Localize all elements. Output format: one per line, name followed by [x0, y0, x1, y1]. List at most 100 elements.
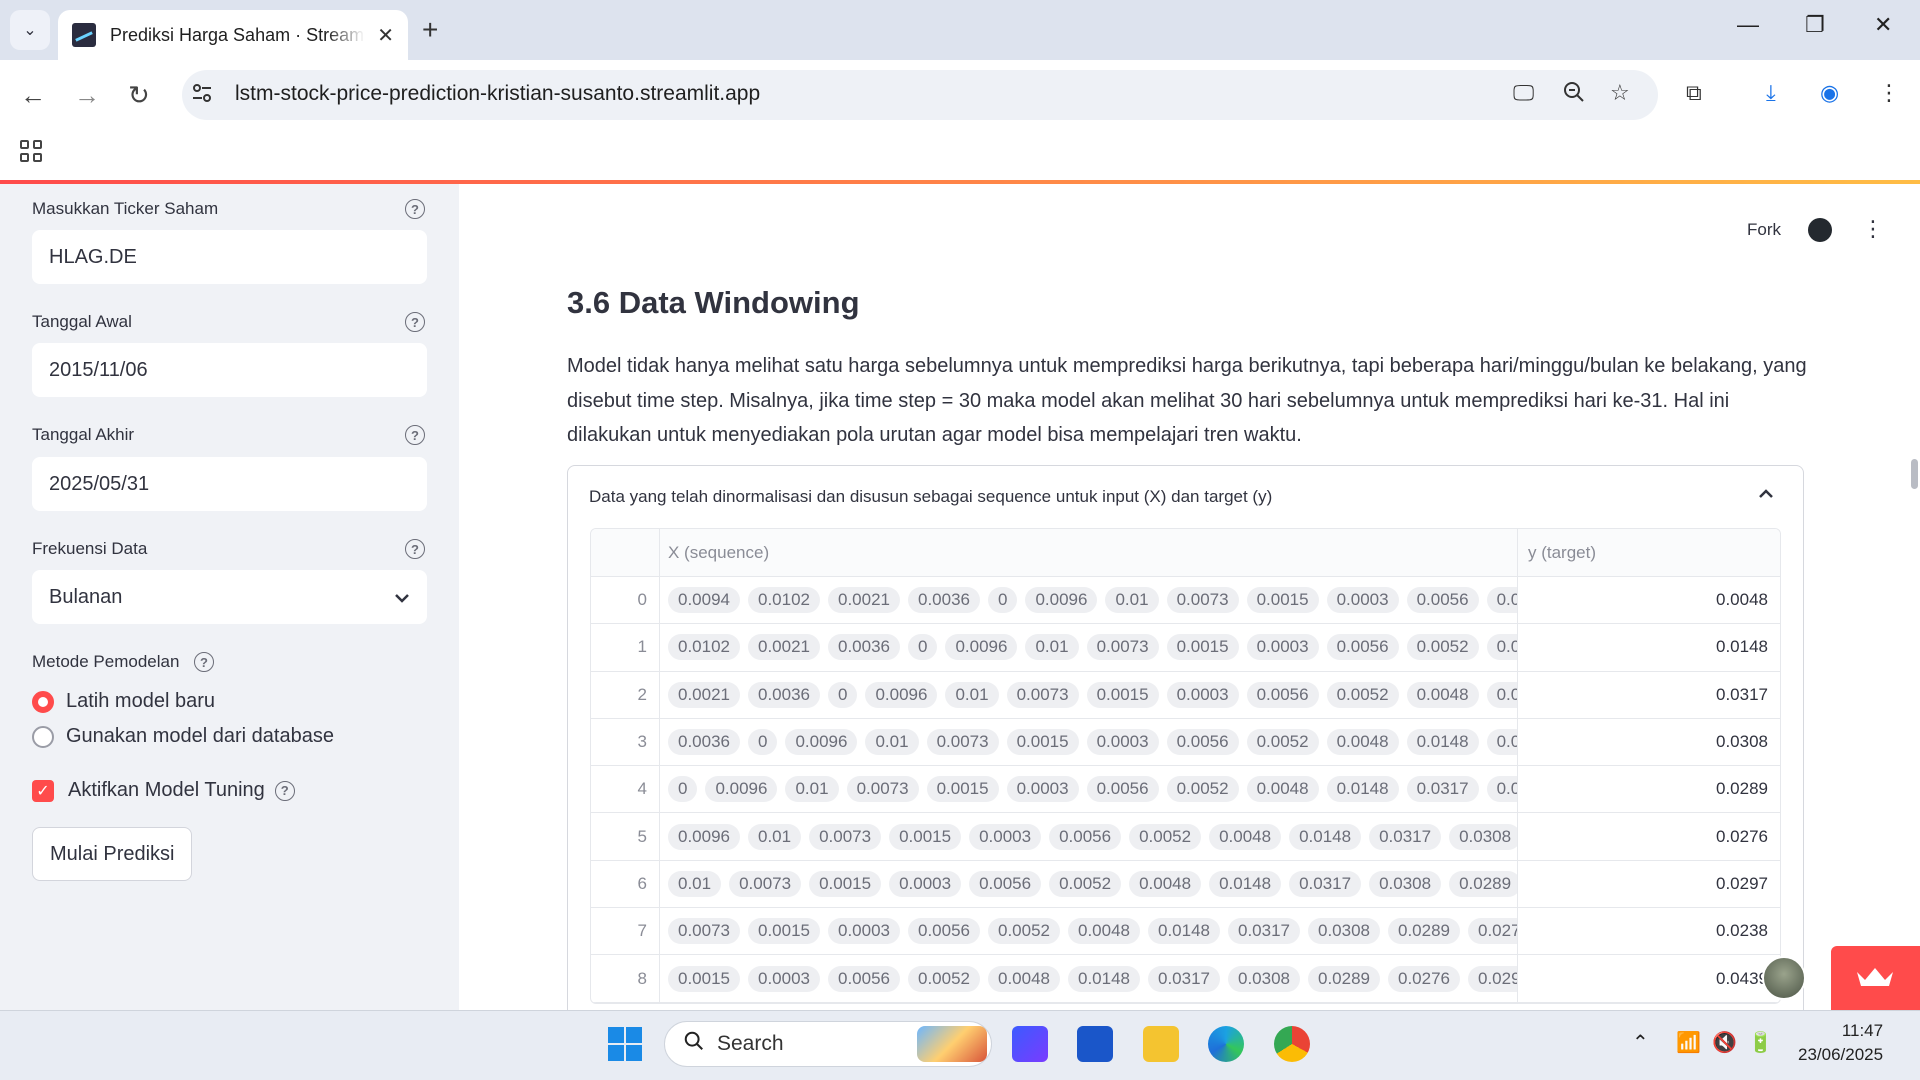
expander-title[interactable]: Data yang telah dinormalisasi dan disusu…: [589, 487, 1272, 507]
sequence-value: 0.0021: [748, 634, 820, 661]
ticker-input[interactable]: HLAG.DE: [32, 230, 427, 284]
restore-icon[interactable]: ❐: [1805, 12, 1825, 38]
search-label: Search: [717, 1032, 784, 1055]
target-cell[interactable]: 0.0439: [1518, 955, 1780, 1001]
clock[interactable]: 11:47 23/06/2025: [1798, 1019, 1883, 1067]
sequence-value: 0.01: [1105, 587, 1159, 614]
sequence-cell[interactable]: 0.0102 0.0021 0.0036 0 0.0096 0.01 0.0073 0.001…: [660, 624, 1518, 671]
sequence-cell[interactable]: 0.0036 0 0.0096 0.01 0.0073 0.0015 0.0003 0.005…: [660, 718, 1518, 766]
streamlit-badge-button[interactable]: [1831, 946, 1920, 1010]
target-cell[interactable]: 0.0238: [1518, 908, 1780, 954]
tab-search-button[interactable]: ⌄: [10, 10, 50, 50]
section-heading: 3.6 Data Windowing: [567, 285, 860, 320]
sequence-value: 0.0096: [1025, 587, 1098, 614]
radio-unselected-icon: [32, 725, 54, 748]
predict-button[interactable]: Mulai Prediksi: [32, 827, 193, 881]
radio-train-new[interactable]: Latih model baru: [32, 690, 215, 713]
target-cell[interactable]: 0.0048: [1518, 577, 1780, 623]
sequence-value: 0.0052: [1129, 823, 1202, 850]
sequence-value: 0.0317: [1486, 729, 1517, 756]
table-row: 7 0.0073 0.0015 0.0003 0.0056 0.0052 0.0048 0.0…: [591, 908, 1780, 956]
volume-mute-icon[interactable]: 🔇: [1712, 1030, 1737, 1055]
sequence-value: 0.0102: [748, 587, 820, 614]
sequence-value: 0.0276: [1388, 965, 1460, 992]
sequence-cell[interactable]: 0.0096 0.01 0.0073 0.0015 0.0003 0.0056 0.0052…: [660, 813, 1518, 860]
row-index: 7: [591, 908, 660, 955]
sequence-value: 0.0048: [1406, 681, 1479, 708]
start-date-input[interactable]: 2015/11/06: [32, 343, 427, 397]
frequency-value: Bulanan: [49, 585, 123, 608]
sequence-cell[interactable]: 0.0073 0.0015 0.0003 0.0056 0.0052 0.0048 0.01…: [660, 908, 1518, 955]
battery-icon[interactable]: 🔋: [1748, 1030, 1773, 1055]
github-icon[interactable]: [1808, 218, 1832, 242]
sequence-value: 0.0056: [1326, 634, 1399, 661]
menu-kebab-icon[interactable]: ⋮: [1862, 216, 1884, 242]
reload-icon[interactable]: ↻: [128, 80, 150, 111]
radio-use-database[interactable]: Gunakan model dari database: [32, 725, 334, 748]
sequence-cell[interactable]: 0.0021 0.0036 0 0.0096 0.01 0.0073 0.0015 0.000…: [660, 671, 1518, 718]
avatar[interactable]: [1762, 956, 1806, 1000]
browser-menu-icon[interactable]: ⋮: [1878, 80, 1900, 106]
page-scrollbar[interactable]: [1911, 459, 1918, 489]
start-date-label: Tanggal Awal: [32, 312, 132, 331]
browser-tab[interactable]: Prediksi Harga Saham · Streamlit ✕: [58, 10, 408, 60]
sequence-value: 0.0308: [1369, 870, 1442, 897]
store-icon[interactable]: [1077, 1026, 1113, 1062]
frequency-select[interactable]: Bulanan: [32, 570, 427, 624]
back-arrow-icon[interactable]: ←: [20, 80, 46, 111]
sequence-value: 0.0052: [1246, 729, 1319, 756]
chevron-up-icon[interactable]: [1758, 482, 1774, 505]
help-icon[interactable]: ?: [194, 652, 214, 672]
target-cell[interactable]: 0.0148: [1518, 624, 1780, 670]
edge-icon[interactable]: [1208, 1026, 1244, 1062]
file-explorer-icon[interactable]: [1143, 1026, 1179, 1062]
sequence-value: 0.0003: [748, 965, 820, 992]
tab-title: Prediksi Harga Saham · Streamlit: [110, 24, 365, 45]
minimize-icon[interactable]: —: [1737, 12, 1759, 38]
apps-grid-icon[interactable]: [20, 140, 42, 162]
profile-icon[interactable]: ◉: [1820, 80, 1839, 106]
new-tab-button[interactable]: +: [422, 14, 438, 46]
sequence-value: 0.0056: [908, 918, 980, 945]
sequence-value: 0.0003: [1006, 776, 1079, 803]
zoom-icon[interactable]: [1562, 80, 1586, 110]
help-icon[interactable]: ?: [405, 539, 425, 559]
download-icon[interactable]: ⤓: [1766, 80, 1776, 106]
url-text[interactable]: lstm-stock-price-prediction-kristian-sus…: [235, 82, 760, 106]
sequence-value: 0.0056: [1086, 776, 1159, 803]
tuning-checkbox[interactable]: ✓ Aktifkan Model Tuning ?: [32, 779, 295, 802]
extensions-icon[interactable]: ⧉: [1686, 80, 1702, 106]
install-app-icon[interactable]: 🖵: [1513, 80, 1534, 106]
help-icon[interactable]: ?: [405, 425, 425, 445]
help-icon[interactable]: ?: [405, 312, 425, 332]
help-icon[interactable]: ?: [274, 780, 295, 801]
column-header-y[interactable]: y (target): [1518, 529, 1780, 576]
tab-close-icon[interactable]: ✕: [377, 23, 394, 48]
end-date-input[interactable]: 2025/05/31: [32, 457, 427, 511]
sequence-value: 0.0148: [1148, 918, 1220, 945]
target-cell[interactable]: 0.0297: [1518, 861, 1780, 907]
wifi-icon[interactable]: 📶: [1676, 1030, 1701, 1055]
sequence-value: 0.0289: [1449, 870, 1517, 897]
target-cell[interactable]: 0.0289: [1518, 766, 1780, 812]
column-header-x[interactable]: X (sequence): [660, 529, 1518, 576]
chevron-up-icon[interactable]: ⌃: [1632, 1030, 1649, 1055]
sequence-value: 0.0052: [908, 965, 980, 992]
fork-link[interactable]: Fork: [1747, 220, 1781, 240]
sequence-cell[interactable]: 0 0.0096 0.01 0.0073 0.0015 0.0003 0.0056 0.005…: [660, 766, 1518, 813]
target-cell[interactable]: 0.0308: [1518, 719, 1780, 765]
sequence-cell[interactable]: 0.0094 0.0102 0.0021 0.0036 0 0.0096 0.01 0.007…: [660, 577, 1518, 624]
chrome-icon[interactable]: [1274, 1026, 1310, 1062]
site-info-icon[interactable]: [190, 81, 214, 110]
sequence-value: 0.0015: [809, 870, 882, 897]
windows-start-icon[interactable]: [608, 1027, 642, 1061]
sequence-cell[interactable]: 0.0015 0.0003 0.0056 0.0052 0.0048 0.0148 0.03…: [660, 955, 1518, 1002]
close-window-icon[interactable]: ✕: [1874, 12, 1892, 38]
bookmark-star-icon[interactable]: ☆: [1610, 80, 1630, 106]
sequence-cell[interactable]: 0.01 0.0073 0.0015 0.0003 0.0056 0.0052 0.0048…: [660, 860, 1518, 908]
target-cell[interactable]: 0.0276: [1518, 813, 1780, 859]
target-cell[interactable]: 0.0317: [1518, 672, 1780, 718]
forward-arrow-icon[interactable]: →: [74, 80, 100, 111]
app-icon[interactable]: [1012, 1026, 1048, 1062]
help-icon[interactable]: ?: [405, 199, 425, 219]
